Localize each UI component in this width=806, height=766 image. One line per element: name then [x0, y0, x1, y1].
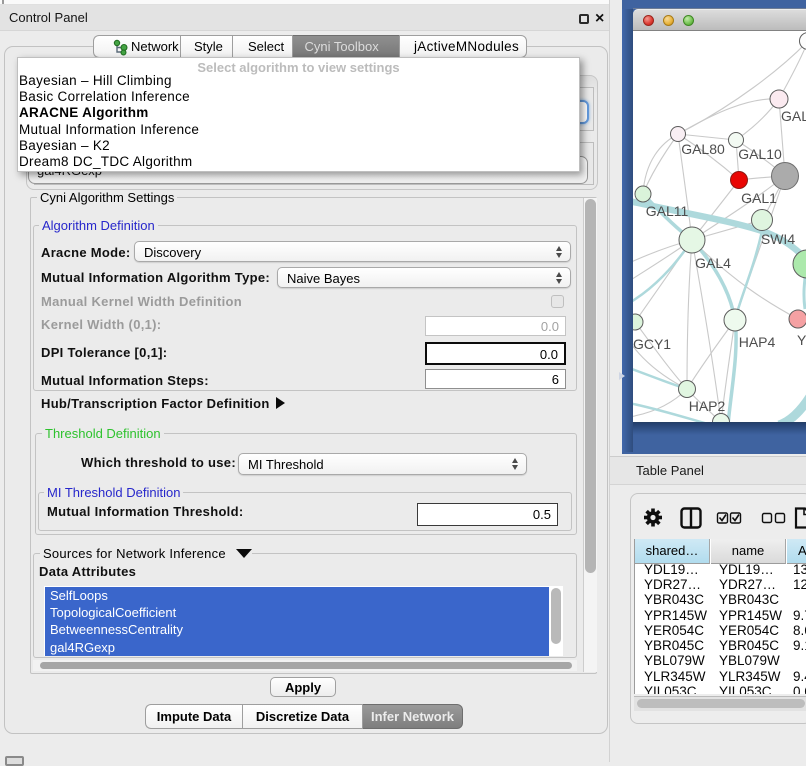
svg-text:GCY1: GCY1 — [633, 336, 671, 352]
svg-text:SWI4: SWI4 — [761, 231, 795, 247]
svg-text:GAL11: GAL11 — [646, 203, 689, 219]
svg-text:HAP2: HAP2 — [689, 398, 726, 414]
svg-text:GAL4: GAL4 — [695, 255, 731, 271]
svg-text:GAL80: GAL80 — [681, 141, 725, 157]
svg-text:YM: YM — [797, 332, 806, 348]
svg-text:GAL7: GAL7 — [781, 108, 806, 124]
svg-text:HAP4: HAP4 — [739, 334, 776, 350]
svg-text:GAL10: GAL10 — [738, 146, 782, 162]
svg-text:GAL1: GAL1 — [741, 190, 777, 206]
